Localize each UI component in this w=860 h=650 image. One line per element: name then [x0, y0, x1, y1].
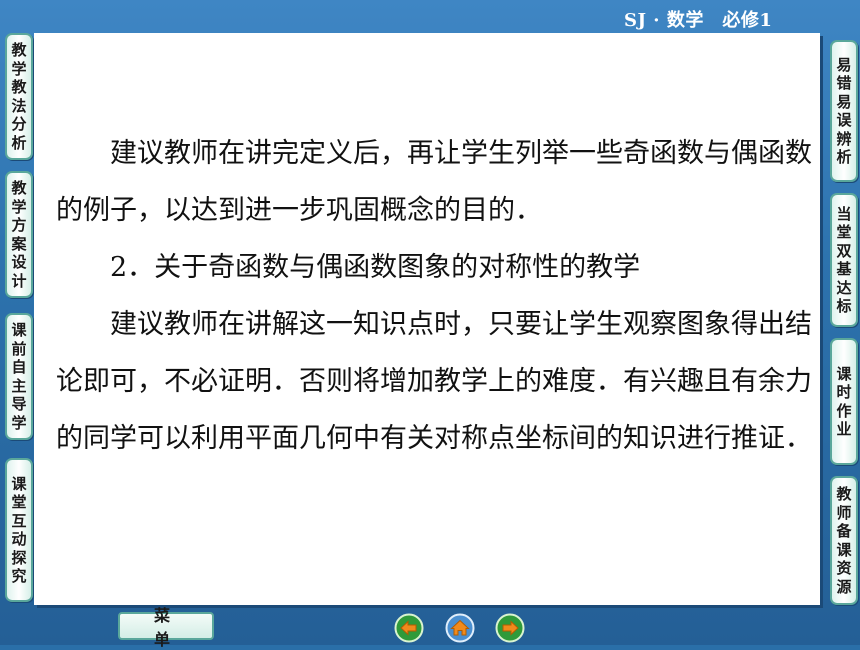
paragraph-2: 建议教师在讲解这一知识点时，只要让学生观察图象得出结论即可，不必证明．否则将增加… [56, 309, 812, 454]
back-arrow-icon[interactable] [394, 613, 424, 643]
tab-pre-class-self-study[interactable]: 课前自主导学 [5, 313, 33, 440]
tab-label: 教师备课资源 [836, 485, 852, 596]
tab-label: 课前自主导学 [11, 321, 27, 432]
menu-button[interactable]: 菜单 [118, 606, 214, 649]
tab-label: 课时作业 [836, 364, 852, 439]
tab-label: 教学教法分析 [11, 41, 27, 152]
slide-content-area: 建议教师在讲完定义后，再让学生列举一些奇函数与偶函数的例子，以达到进一步巩固概念… [34, 33, 820, 605]
paragraph-1: 建议教师在讲完定义后，再让学生列举一些奇函数与偶函数的例子，以达到进一步巩固概念… [56, 138, 812, 226]
tab-teaching-method-analysis[interactable]: 教学教法分析 [5, 33, 33, 160]
section-heading-2: 2．关于奇函数与偶函数图象的对称性的教学 [110, 252, 641, 283]
home-icon[interactable] [445, 613, 475, 643]
tab-label: 教学方案设计 [11, 179, 27, 290]
tab-label: 当堂双基达标 [836, 204, 852, 316]
course-title: SJ · 数学 必修1 [624, 10, 773, 31]
tab-teaching-plan-design[interactable]: 教学方案设计 [5, 171, 33, 298]
tab-homework[interactable]: 课时作业 [830, 338, 858, 465]
forward-arrow-icon[interactable] [495, 613, 525, 643]
tab-label: 课堂互动探究 [11, 474, 27, 586]
tab-label: 易错易误辨析 [836, 55, 852, 167]
tab-classroom-interactive-inquiry[interactable]: 课堂互动探究 [5, 458, 33, 602]
lesson-text: 建议教师在讲完定义后，再让学生列举一些奇函数与偶函数的例子，以达到进一步巩固概念… [56, 125, 816, 467]
tab-in-class-basic-standards[interactable]: 当堂双基达标 [830, 193, 858, 327]
tab-error-analysis[interactable]: 易错易误辨析 [830, 40, 858, 182]
tab-teacher-resources[interactable]: 教师备课资源 [830, 476, 858, 605]
